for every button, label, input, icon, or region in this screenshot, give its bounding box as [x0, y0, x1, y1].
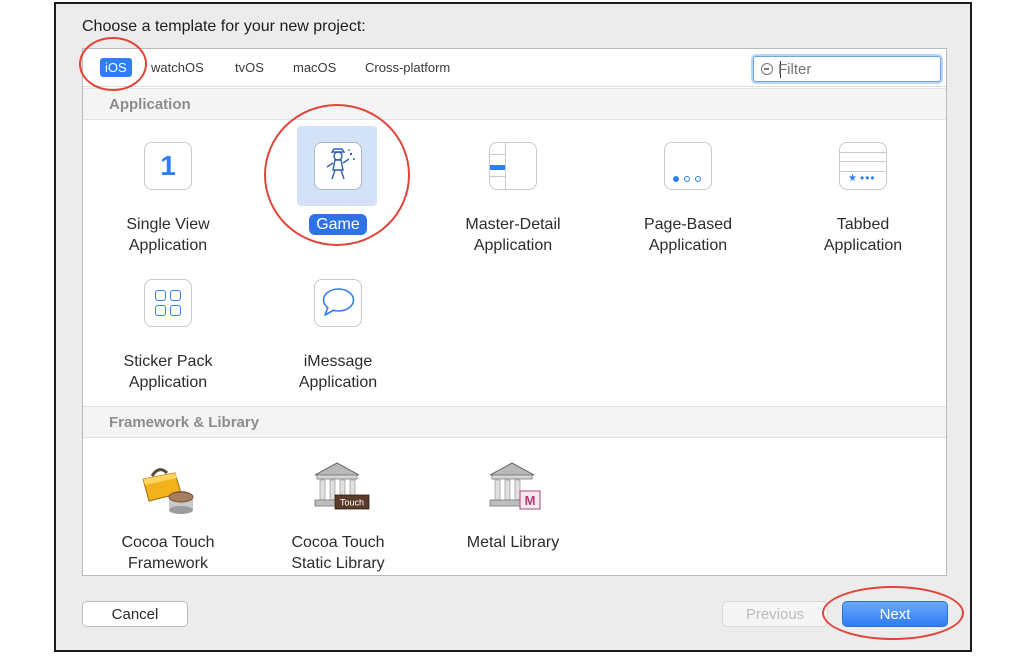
section-title: Framework & Library: [109, 414, 260, 431]
library-badge-text: Touch: [340, 498, 364, 508]
template-label-line: Application: [473, 237, 553, 254]
template-label-line: Single View: [126, 216, 210, 233]
template-imessage[interactable]: iMessage Application: [253, 258, 423, 398]
previous-button[interactable]: Previous: [722, 601, 828, 627]
filter-icon: [761, 63, 773, 75]
template-metal-library[interactable]: M Metal Library: [428, 439, 598, 574]
template-master-detail[interactable]: Master-Detail Application: [428, 121, 598, 261]
tab-tvos[interactable]: tvOS: [235, 60, 264, 75]
page-based-icon: [663, 141, 713, 191]
single-view-icon: 1: [143, 141, 193, 191]
template-label-line: Sticker Pack: [123, 353, 213, 370]
template-page-based[interactable]: Page-Based Application: [603, 121, 773, 261]
metal-badge-text: M: [525, 493, 536, 508]
template-label-line: Tabbed: [836, 216, 890, 233]
template-label-line: Application: [823, 237, 903, 254]
master-detail-icon: [488, 141, 538, 191]
template-label-line: Framework: [127, 555, 208, 572]
template-label-line: Metal Library: [466, 534, 560, 551]
tab-watchos[interactable]: watchOS: [151, 60, 204, 75]
template-game[interactable]: Game: [253, 121, 423, 261]
template-cocoa-touch-framework[interactable]: Cocoa Touch Framework: [83, 439, 253, 574]
section-title: Application: [109, 96, 191, 113]
imessage-icon: [313, 278, 363, 328]
template-tabbed[interactable]: ★ ••• Tabbed Application: [778, 121, 948, 261]
template-sticker-pack[interactable]: Sticker Pack Application: [83, 258, 253, 398]
template-label-line: Application: [648, 237, 728, 254]
new-project-dialog: Choose a template for your new project: …: [54, 2, 972, 652]
template-label-game: Game: [309, 214, 367, 235]
tab-ios[interactable]: iOS: [100, 58, 132, 77]
filter-field[interactable]: [753, 56, 941, 82]
library-building-icon: Touch: [313, 459, 370, 510]
section-header-application: Application: [83, 88, 946, 120]
game-icon: [313, 141, 363, 191]
template-label-line: Page-Based: [643, 216, 733, 233]
template-label-line: Static Library: [291, 555, 385, 572]
next-button[interactable]: Next: [842, 601, 948, 627]
sticker-pack-icon: [143, 278, 193, 328]
template-single-view[interactable]: 1 Single View Application: [83, 121, 253, 261]
template-cocoa-touch-static-library[interactable]: Touch Cocoa Touch Static Library: [253, 439, 423, 574]
tabbed-icon: ★ •••: [838, 141, 888, 191]
toolbox-icon: [142, 459, 194, 514]
tab-cross-platform[interactable]: Cross-platform: [365, 60, 450, 75]
template-label-line: Cocoa Touch: [291, 534, 385, 551]
metal-library-icon: M: [488, 459, 541, 510]
filter-input[interactable]: [778, 59, 934, 79]
template-label-line: Application: [298, 374, 378, 391]
template-label-line: Cocoa Touch: [121, 534, 215, 551]
platform-tab-bar: iOS watchOS tvOS macOS Cross-platform: [83, 49, 946, 87]
template-chooser: iOS watchOS tvOS macOS Cross-platform Ap…: [82, 48, 947, 576]
tab-macos[interactable]: macOS: [293, 60, 336, 75]
cancel-button[interactable]: Cancel: [82, 601, 188, 627]
dialog-title: Choose a template for your new project:: [82, 18, 366, 35]
section-header-framework-library: Framework & Library: [83, 406, 946, 438]
template-label-line: Application: [128, 237, 208, 254]
template-label-line: Application: [128, 374, 208, 391]
template-label-line: Master-Detail: [465, 216, 561, 233]
template-label-line: iMessage: [303, 353, 373, 370]
